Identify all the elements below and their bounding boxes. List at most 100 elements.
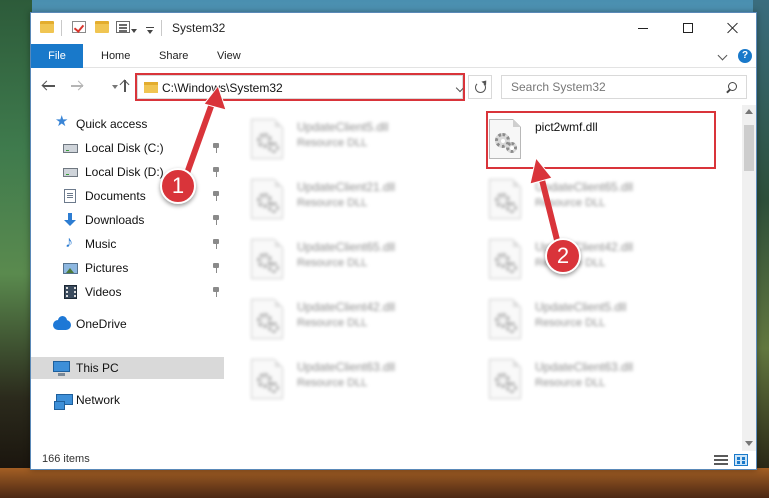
file-type: Resource DLL (297, 317, 368, 329)
help-icon[interactable]: ? (738, 49, 752, 63)
dll-file-icon (251, 119, 283, 159)
pin-icon[interactable] (212, 239, 220, 249)
new-folder-icon[interactable] (95, 21, 109, 33)
nav-item-label: Videos (85, 285, 122, 299)
file-name: UpdateClient5.dll (535, 300, 627, 314)
toolbar-separator (61, 20, 62, 36)
title-bar: System32 (31, 13, 756, 43)
file-item[interactable]: UpdateClient42.dll Resource DLL (231, 291, 451, 347)
file-item[interactable]: UpdateClient65.dll Resource DLL (231, 231, 451, 287)
search-input[interactable] (501, 75, 747, 99)
nav-item-onedrive[interactable]: OneDrive (49, 313, 224, 335)
nav-item-documents[interactable]: Documents (49, 185, 224, 207)
file-item[interactable]: UpdateClient21.dll Resource DLL (231, 171, 451, 227)
quick-access-toolbar-dropdown-icon[interactable] (146, 27, 154, 35)
nav-item-local-disk-c[interactable]: Local Disk (C:) (49, 137, 224, 159)
scroll-down-arrow-icon[interactable] (745, 441, 753, 446)
tab-home[interactable]: Home (101, 44, 130, 68)
file-type: Resource DLL (297, 197, 368, 209)
nav-item-label: Pictures (85, 261, 129, 275)
back-arrow-icon[interactable] (40, 77, 58, 95)
file-name: UpdateClient5.dll (297, 120, 389, 134)
nav-item-music[interactable]: ♪ Music (49, 233, 224, 255)
pin-icon[interactable] (212, 215, 220, 225)
up-arrow-icon[interactable] (116, 77, 134, 95)
item-count: 166 items (42, 453, 90, 465)
nav-item-label: This PC (76, 361, 119, 375)
nav-item-downloads[interactable]: Downloads (49, 209, 224, 231)
dll-file-icon (251, 299, 283, 339)
pin-icon[interactable] (212, 143, 220, 153)
file-name: pict2wmf.dll (535, 120, 598, 134)
properties-check-icon[interactable] (72, 21, 86, 33)
close-icon (727, 22, 739, 34)
customize-dropdown-icon[interactable] (131, 29, 137, 33)
file-type: Resource DLL (297, 257, 368, 269)
nav-item-local-disk-d[interactable]: Local Disk (D:) (49, 161, 224, 183)
file-item[interactable]: UpdateClient63.dll Resource DLL (469, 351, 689, 407)
nav-item-this-pc[interactable]: This PC (31, 357, 224, 379)
file-item[interactable]: UpdateClient65.dll Resource DLL (469, 171, 689, 227)
file-item[interactable]: UpdateClient5.dll Resource DLL (231, 111, 451, 167)
nav-item-label: Network (76, 393, 121, 407)
network-icon (54, 394, 73, 410)
file-item-pict2wmf[interactable]: pict2wmf.dll (469, 111, 689, 167)
pin-icon[interactable] (212, 263, 220, 273)
status-bar: 166 items (31, 451, 756, 469)
tab-view[interactable]: View (217, 44, 241, 68)
star-icon: ★ (55, 113, 69, 130)
vertical-scrollbar[interactable] (742, 105, 756, 451)
file-type: Resource DLL (535, 197, 606, 209)
pin-icon[interactable] (212, 167, 220, 177)
search-icon[interactable] (726, 82, 737, 92)
this-pc-icon (53, 361, 70, 376)
refresh-icon (475, 82, 486, 93)
desktop-wallpaper-ground (0, 468, 769, 498)
nav-item-label: Documents (85, 189, 146, 203)
onedrive-icon (53, 316, 71, 330)
scroll-up-arrow-icon[interactable] (745, 109, 753, 114)
scroll-thumb[interactable] (744, 125, 754, 171)
nav-item-network[interactable]: Network (49, 389, 224, 411)
address-path[interactable]: C:\Windows\System32 (162, 81, 283, 95)
address-bar[interactable]: C:\Windows\System32 (137, 75, 465, 99)
nav-item-pictures[interactable]: Pictures (49, 257, 224, 279)
folder-icon (40, 21, 54, 33)
file-name: UpdateClient63.dll (535, 360, 634, 374)
expand-ribbon-icon[interactable] (717, 50, 728, 61)
forward-arrow-icon[interactable] (68, 77, 86, 95)
file-item[interactable]: UpdateClient5.dll Resource DLL (469, 291, 689, 347)
address-bar-row: C:\Windows\System32 (31, 69, 756, 103)
desktop-wallpaper-left (0, 0, 32, 498)
file-name: UpdateClient21.dll (297, 180, 396, 194)
tab-share[interactable]: Share (159, 44, 188, 68)
nav-item-label: Local Disk (D:) (85, 165, 164, 179)
customize-icon[interactable] (116, 21, 130, 33)
tab-file[interactable]: File (31, 44, 83, 68)
file-list: UpdateClient5.dll Resource DLL pict2wmf.… (231, 105, 741, 445)
dll-file-icon (489, 179, 521, 219)
nav-item-label: OneDrive (76, 317, 127, 331)
dll-file-icon (251, 359, 283, 399)
dll-file-icon (251, 179, 283, 219)
callout-badge-2: 2 (545, 238, 581, 274)
drive-icon (63, 144, 78, 153)
close-button[interactable] (711, 13, 756, 43)
details-view-icon[interactable] (714, 455, 728, 465)
address-dropdown-icon[interactable] (455, 83, 465, 93)
large-icons-view-icon[interactable] (734, 454, 748, 466)
nav-item-quick-access[interactable]: ★ Quick access (49, 113, 224, 135)
minimize-button[interactable] (621, 13, 666, 43)
refresh-button[interactable] (468, 75, 492, 99)
file-name: UpdateClient42.dll (297, 300, 396, 314)
dll-file-icon (489, 359, 521, 399)
file-item[interactable]: UpdateClient63.dll Resource DLL (231, 351, 451, 407)
toolbar-separator (161, 20, 162, 36)
nav-item-label: Downloads (85, 213, 145, 227)
file-name: UpdateClient63.dll (297, 360, 396, 374)
pin-icon[interactable] (212, 191, 220, 201)
maximize-button[interactable] (666, 13, 711, 43)
dll-file-icon (489, 239, 521, 279)
nav-item-videos[interactable]: Videos (49, 281, 224, 303)
pin-icon[interactable] (212, 287, 220, 297)
